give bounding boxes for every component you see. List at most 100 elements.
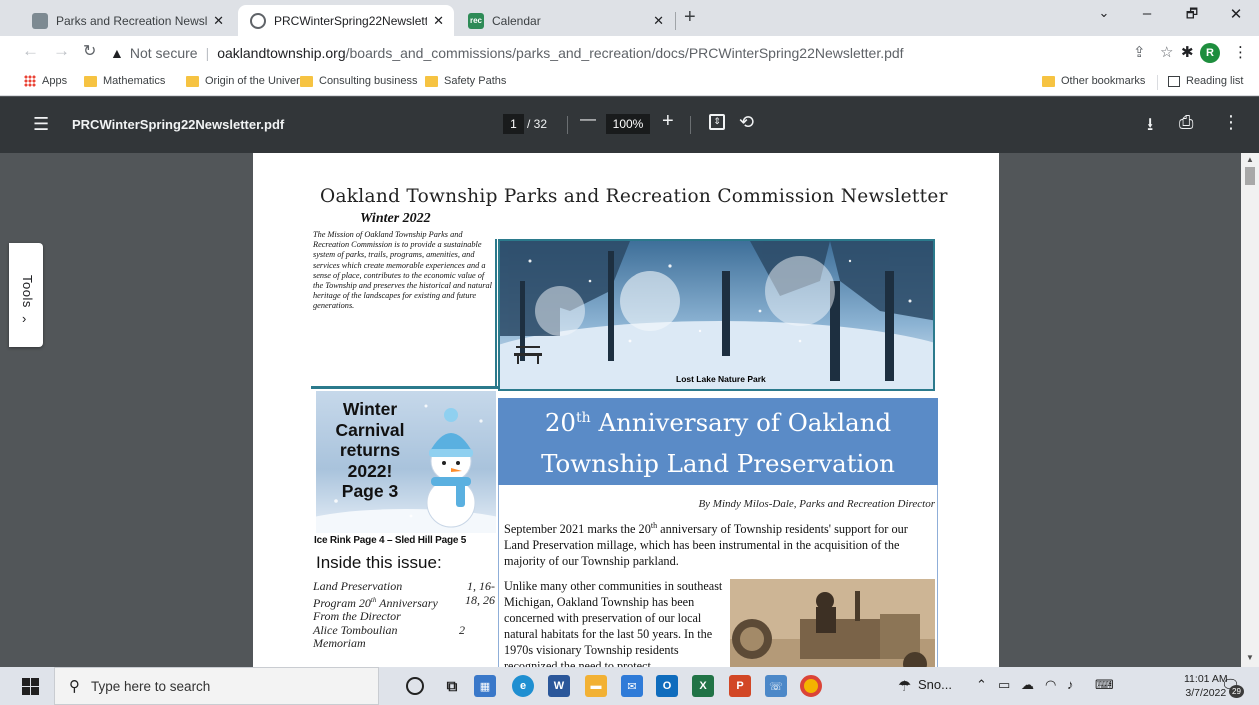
hamburger-menu-icon[interactable]: ☰ (33, 114, 49, 135)
pdf-viewer[interactable]: Tools › Oakland Township Parks and Recre… (0, 153, 1259, 667)
scroll-down-arrow-icon[interactable]: ▼ (1246, 653, 1254, 662)
bookmark-star-icon[interactable]: ☆ (1160, 43, 1173, 61)
search-icon: ⚲ (69, 678, 80, 695)
tools-panel-tab[interactable]: Tools › (9, 243, 43, 347)
file-explorer-icon[interactable]: ▬ (585, 675, 607, 697)
warning-icon[interactable]: ▲ (110, 45, 124, 61)
ice-rink-note: Ice Rink Page 4 – Sled Hill Page 5 (314, 535, 467, 546)
tab-pdf-newsletter[interactable]: PRCWinterSpring22Newsletter.p ✕ (238, 5, 454, 36)
close-window-button[interactable]: ✕ (1216, 5, 1256, 23)
page-icon (32, 12, 48, 29)
word-icon[interactable]: W (548, 675, 570, 697)
banner-text: Anniversary of Oakland (590, 408, 892, 437)
bookmark-origin-universe[interactable]: Origin of the Univer... (186, 75, 308, 87)
carnival-line: returns (339, 440, 401, 460)
carnival-line: Page 3 (341, 481, 399, 501)
toc-row: Memoriam (313, 636, 495, 651)
bookmark-label: Reading list (1186, 75, 1244, 87)
powerpoint-icon[interactable]: P (729, 675, 751, 697)
bookmarks-bar: Apps Mathematics Origin of the Univer...… (0, 69, 1259, 96)
chevron-right-icon: › (22, 311, 27, 326)
tab-parks-newsletters[interactable]: Parks and Recreation Newsletters ✕ (20, 5, 234, 36)
address-bar[interactable]: ▲ Not secure | oaklandtownship.org/board… (110, 39, 1010, 66)
chrome-icon[interactable] (800, 675, 822, 697)
bookmark-safety-paths[interactable]: Safety Paths (425, 75, 506, 87)
forward-arrow-icon[interactable]: → (53, 41, 70, 61)
tab-search-button[interactable]: ⌄ (1084, 5, 1124, 21)
scroll-up-arrow-icon[interactable]: ▲ (1246, 155, 1254, 164)
season-title: Winter 2022 (360, 211, 431, 226)
taskbar-search-box[interactable]: ⚲ Type here to search (54, 667, 379, 705)
download-icon[interactable]: ⭳ (1147, 112, 1153, 142)
close-tab-icon[interactable]: ✕ (213, 13, 224, 29)
mail-icon[interactable]: ✉ (621, 675, 643, 697)
task-view-icon[interactable]: ⧉ (441, 675, 463, 697)
zoom-in-button[interactable]: + (662, 110, 674, 133)
more-options-icon[interactable]: ⋮ (1222, 112, 1240, 133)
toc-title: From the Director (313, 609, 401, 623)
reading-list[interactable]: Reading list (1168, 75, 1243, 87)
security-label[interactable]: Not secure (130, 45, 198, 61)
chevron-up-icon[interactable]: ⌃ (976, 677, 987, 693)
weather-label[interactable]: Sno... (918, 677, 952, 692)
phone-link-icon[interactable]: ☏ (765, 675, 787, 697)
toc-row: Alice Tomboulian 2 (313, 622, 495, 638)
toc-title: Land Preservation (313, 579, 403, 593)
maximize-button[interactable]: 🗗 (1172, 5, 1212, 27)
cortana-icon[interactable] (406, 677, 424, 695)
anniversary-banner: 20th Anniversary of Oakland Township Lan… (498, 398, 938, 485)
battery-icon[interactable]: ▭ (998, 677, 1010, 693)
new-tab-button[interactable]: + (684, 6, 696, 29)
keyboard-icon[interactable]: ⌨ (1095, 677, 1114, 693)
print-icon[interactable]: ⎙ (1179, 112, 1193, 133)
toc-title: Memoriam (313, 636, 366, 650)
outlook-icon[interactable]: O (656, 675, 678, 697)
notification-center-icon[interactable]: 🗨 29 (1221, 676, 1244, 698)
minimize-button[interactable]: – (1127, 5, 1167, 22)
edge-icon[interactable]: e (512, 675, 534, 697)
bookmark-consulting[interactable]: Consulting business (300, 75, 417, 87)
calendar-taskbar-icon[interactable]: ▦ (474, 675, 496, 697)
scroll-thumb[interactable] (1245, 167, 1255, 185)
umbrella-weather-icon[interactable]: ☂ (898, 677, 911, 695)
excel-icon[interactable]: X (692, 675, 714, 697)
tab-calendar[interactable]: rec Calendar ✕ (456, 5, 674, 36)
rotate-icon[interactable]: ⟲ (739, 112, 754, 133)
folder-icon (300, 75, 313, 87)
volume-icon[interactable]: ♪ (1067, 677, 1074, 692)
toc-title: Alice Tomboulian (313, 622, 398, 637)
other-bookmarks[interactable]: Other bookmarks (1042, 75, 1145, 87)
bookmark-mathematics[interactable]: Mathematics (84, 75, 165, 87)
zoom-input[interactable]: 100% (606, 114, 650, 134)
fit-to-page-icon[interactable]: ⇕ (709, 114, 725, 130)
bookmark-apps[interactable]: Apps (24, 75, 67, 87)
zoom-out-button[interactable]: — (580, 111, 596, 129)
close-tab-icon[interactable]: ✕ (653, 13, 664, 29)
page-number-input[interactable]: 1 (503, 114, 524, 134)
browser-menu-icon[interactable]: ⋮ (1233, 43, 1248, 61)
share-icon[interactable]: ⇪ (1133, 43, 1146, 61)
winter-park-photo: Lost Lake Nature Park (498, 239, 935, 391)
profile-avatar[interactable]: R (1200, 43, 1220, 63)
newsletter-heading: Oakland Township Parks and Recreation Co… (320, 186, 948, 207)
wifi-icon[interactable]: ◠ (1045, 677, 1056, 693)
lead-text: September 2021 marks the 20 (504, 522, 651, 537)
vertical-scrollbar[interactable]: ▲ ▼ (1241, 153, 1259, 667)
onedrive-cloud-icon[interactable]: ☁ (1021, 677, 1034, 693)
extensions-icon[interactable]: ✱ (1181, 43, 1194, 61)
carnival-text: Winter Carnival returns 2022! Page 3 (324, 399, 416, 502)
reload-icon[interactable]: ↻ (83, 41, 96, 61)
bookmark-label: Apps (42, 75, 68, 87)
close-tab-icon[interactable]: ✕ (433, 13, 444, 29)
toc-row: From the Director (313, 609, 495, 624)
folder-icon (84, 75, 97, 87)
reading-list-icon (1168, 75, 1180, 87)
bookmark-label: Safety Paths (444, 75, 507, 87)
winter-carnival-graphic: Winter Carnival returns 2022! Page 3 (316, 391, 496, 533)
tab-strip: Parks and Recreation Newsletters ✕ PRCWi… (0, 0, 1259, 36)
back-arrow-icon[interactable]: ← (22, 41, 39, 61)
windows-start-icon[interactable] (22, 678, 39, 695)
bookmark-label: Mathematics (103, 75, 166, 87)
divider (495, 239, 497, 389)
divider (567, 116, 568, 134)
